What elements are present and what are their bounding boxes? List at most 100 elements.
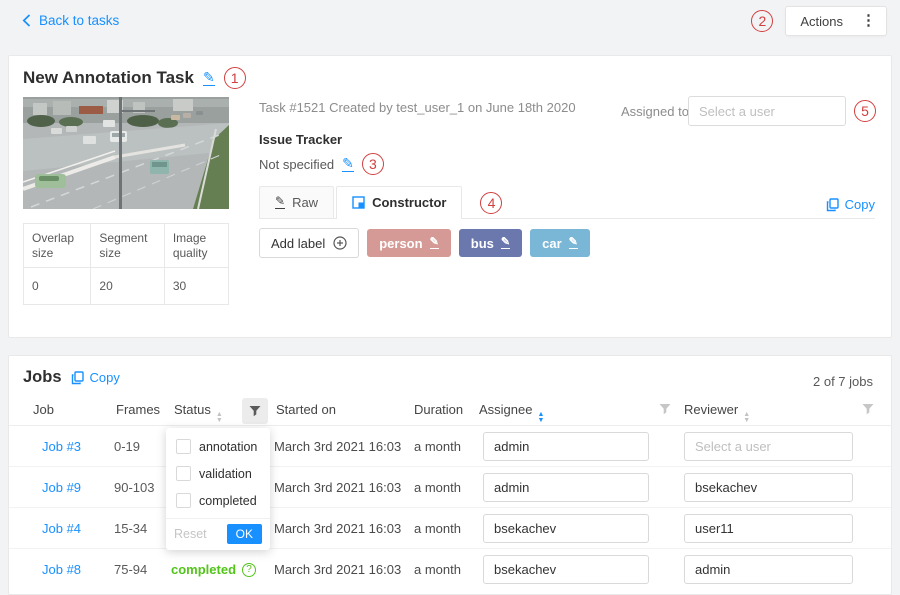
assignee-input[interactable] <box>483 432 649 461</box>
job-link[interactable]: Job #4 <box>42 521 81 536</box>
tab-raw-label: Raw <box>292 195 318 210</box>
annotation-circle-1: 1 <box>224 67 246 89</box>
column-frames: Frames <box>116 402 160 417</box>
table-row: Job #9 90-103 March 3rd 2021 16:03 a mon… <box>9 467 891 508</box>
filter-ok-button[interactable]: OK <box>227 524 262 544</box>
column-started-on: Started on <box>276 402 336 417</box>
param-value-overlap: 0 <box>24 268 91 305</box>
status-badge: completed ? <box>171 562 256 577</box>
job-link[interactable]: Job #9 <box>42 480 81 495</box>
back-chevron-icon <box>22 14 31 27</box>
frames-cell: 75-94 <box>114 549 147 590</box>
table-row: Job #3 0-19 March 3rd 2021 16:03 a month <box>9 426 891 467</box>
duration-cell: a month <box>414 508 461 549</box>
edit-label-icon[interactable]: ✎ <box>569 237 578 249</box>
job-link[interactable]: Job #3 <box>42 439 81 454</box>
started-cell: March 3rd 2021 16:03 <box>274 508 401 549</box>
started-cell: March 3rd 2021 16:03 <box>274 549 401 590</box>
tab-raw[interactable]: ✎ Raw <box>259 186 334 218</box>
assigned-to-input[interactable] <box>688 96 846 126</box>
duration-cell: a month <box>414 426 461 467</box>
frames-cell: 15-34 <box>114 508 147 549</box>
edit-label-icon[interactable]: ✎ <box>430 237 439 249</box>
reviewer-input[interactable] <box>684 514 853 543</box>
frames-cell: 90-103 <box>114 467 154 508</box>
status-filter-dropdown: annotation validation completed Reset OK <box>166 428 270 550</box>
label-chip-bus[interactable]: bus ✎ <box>459 229 522 257</box>
param-header-segment: Segment size <box>91 224 164 268</box>
table-row: Job #4 15-34 March 3rd 2021 16:03 a mont… <box>9 508 891 549</box>
task-parameters-table: Overlap size Segment size Image quality … <box>23 223 229 305</box>
task-card: New Annotation Task ✎ 1 <box>8 55 892 338</box>
issue-tracker-label: Issue Tracker <box>259 132 342 147</box>
assignee-input[interactable] <box>483 473 649 502</box>
assigned-to-label: Assigned to <box>621 104 689 119</box>
column-assignee[interactable]: Assignee▲▼ <box>479 402 544 423</box>
issue-tracker-value: Not specified <box>259 157 334 172</box>
job-link[interactable]: Job #8 <box>42 562 81 577</box>
checkbox-icon[interactable] <box>176 493 191 508</box>
table-row: Job #8 75-94 completed ? March 3rd 2021 … <box>9 549 891 590</box>
reviewer-input[interactable] <box>684 432 853 461</box>
reviewer-filter-button[interactable] <box>862 403 874 418</box>
plus-circle-icon <box>333 236 347 250</box>
labels-row: Add label person ✎ bus ✎ car ✎ <box>259 228 590 258</box>
edit-issue-tracker-icon[interactable]: ✎ <box>342 157 354 172</box>
param-value-segment: 20 <box>91 268 164 305</box>
copy-jobs-link[interactable]: Copy <box>71 370 120 385</box>
assignee-sort-icon[interactable]: ▲▼ <box>537 412 544 423</box>
column-job: Job <box>33 402 54 417</box>
edit-task-name-icon[interactable]: ✎ <box>203 71 215 86</box>
column-reviewer[interactable]: Reviewer▲▼ <box>684 402 750 423</box>
add-label-button[interactable]: Add label <box>259 228 359 258</box>
task-meta: Task #1521 Created by test_user_1 on Jun… <box>259 100 576 115</box>
filter-reset-button[interactable]: Reset <box>174 527 207 541</box>
reviewer-input[interactable] <box>684 555 853 584</box>
status-filter-button[interactable] <box>242 398 268 424</box>
tab-constructor[interactable]: Constructor <box>336 186 462 218</box>
filter-option-label: completed <box>199 494 257 508</box>
annotation-circle-4: 4 <box>480 192 502 214</box>
more-menu-icon[interactable]: ⋮ <box>851 7 886 35</box>
reviewer-sort-icon[interactable]: ▲▼ <box>743 412 750 423</box>
label-chip-car[interactable]: car ✎ <box>530 229 590 257</box>
copy-labels-link[interactable]: Copy <box>826 197 875 212</box>
labels-tabbar: ✎ Raw Constructor 4 Copy <box>259 187 875 219</box>
filter-option-completed[interactable]: completed <box>166 487 270 514</box>
actions-button[interactable]: Actions ⋮ <box>785 6 887 36</box>
duration-cell: a month <box>414 549 461 590</box>
jobs-card: Jobs Copy 2 of 7 jobs Job Frames Status▲… <box>8 355 892 595</box>
task-details-page: Back to tasks 2 Actions ⋮ New Annotation… <box>0 0 900 590</box>
assignee-input[interactable] <box>483 555 649 584</box>
filter-funnel-icon <box>862 403 874 415</box>
param-value-quality: 30 <box>164 268 228 305</box>
block-icon <box>352 196 365 209</box>
task-preview-image <box>23 97 229 209</box>
frames-cell: 0-19 <box>114 426 140 467</box>
edit-label-icon[interactable]: ✎ <box>501 237 510 249</box>
column-status[interactable]: Status▲▼ <box>174 402 223 423</box>
question-circle-icon[interactable]: ? <box>242 563 256 577</box>
status-sort-icon[interactable]: ▲▼ <box>216 412 223 423</box>
annotation-circle-5: 5 <box>854 100 876 122</box>
copy-labels-label: Copy <box>845 197 875 212</box>
copy-jobs-label: Copy <box>90 370 120 385</box>
add-label-button-label: Add label <box>271 236 325 251</box>
checkbox-icon[interactable] <box>176 466 191 481</box>
checkbox-icon[interactable] <box>176 439 191 454</box>
jobs-title: Jobs <box>23 368 62 387</box>
label-chip-bus-name: bus <box>471 236 494 251</box>
label-chip-person[interactable]: person ✎ <box>367 229 451 257</box>
pencil-icon: ✎ <box>275 196 285 209</box>
actions-button-label: Actions <box>800 14 843 29</box>
reviewer-input[interactable] <box>684 473 853 502</box>
filter-funnel-icon <box>249 405 261 417</box>
filter-option-validation[interactable]: validation <box>166 460 270 487</box>
copy-icon <box>71 371 84 385</box>
filter-option-annotation[interactable]: annotation <box>166 433 270 460</box>
back-to-tasks-link[interactable]: Back to tasks <box>22 13 119 28</box>
copy-icon <box>826 198 839 212</box>
task-title: New Annotation Task <box>23 68 194 88</box>
assignee-filter-button[interactable] <box>659 403 671 418</box>
assignee-input[interactable] <box>483 514 649 543</box>
